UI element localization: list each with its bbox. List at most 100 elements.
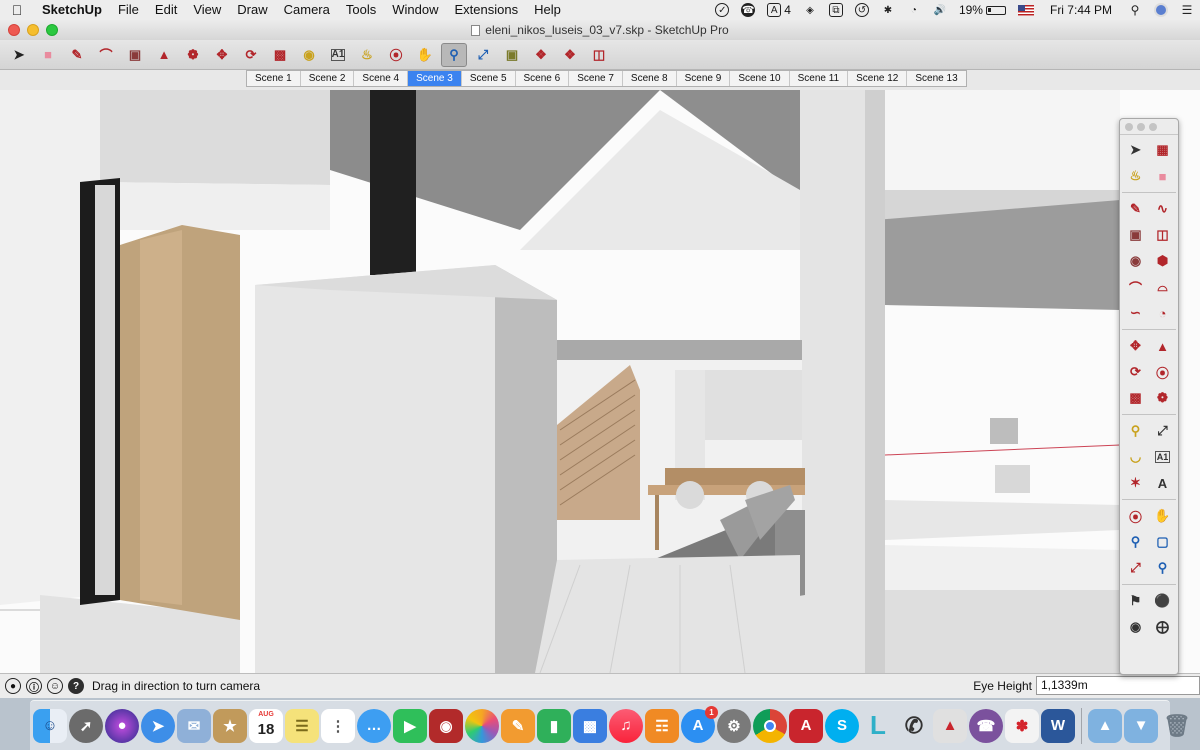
palette-protractor-button[interactable]: ◡ — [1124, 445, 1148, 469]
photo-booth-icon[interactable]: ◉ — [429, 708, 463, 743]
applications-folder-icon[interactable]: ▲ — [1088, 708, 1122, 743]
palette-zoom-button[interactable] — [1149, 122, 1157, 131]
help-icon[interactable]: ? — [68, 678, 84, 694]
adobe-status[interactable]: A4 — [761, 3, 797, 17]
phone-icon[interactable]: ✆ — [897, 709, 931, 743]
menu-app-name[interactable]: SketchUp — [34, 0, 110, 20]
palette-move-button[interactable]: ✥ — [1124, 334, 1148, 358]
autocad-icon[interactable]: A — [789, 708, 823, 743]
palette-title-bar[interactable] — [1120, 119, 1178, 135]
palette-arc-button[interactable]: ⌒ — [1124, 275, 1148, 299]
acrobat-icon[interactable]: ✽ — [1005, 708, 1039, 743]
drive-icon[interactable]: ◈ — [797, 3, 823, 17]
palette-line-button[interactable]: ✎ — [1124, 197, 1148, 221]
scene-tab-13[interactable]: Scene 13 — [907, 71, 965, 86]
palette-rectangle-button[interactable]: ▣ — [1124, 223, 1148, 247]
siri-icon[interactable]: ● — [105, 708, 139, 743]
palette-zoom-window-button[interactable]: ▢ — [1151, 530, 1175, 554]
user-account-icon[interactable]: ☺ — [47, 678, 63, 694]
menu-camera[interactable]: Camera — [276, 0, 338, 20]
palette-paint-bucket-button[interactable]: ♨ — [1124, 164, 1148, 188]
palette-tape-measure-button[interactable]: ⚲ — [1124, 419, 1148, 443]
palette-pie-button[interactable]: ◔ — [1151, 301, 1175, 325]
notification-center-icon[interactable]: ☰ — [1174, 3, 1200, 17]
palette-zoom-extents-button[interactable]: ⤢ — [1124, 556, 1148, 580]
sketchup-app-icon[interactable]: ▲ — [933, 708, 967, 743]
extension-warehouse-button[interactable]: ❖ — [528, 43, 554, 67]
3d-warehouse-button[interactable]: ▣ — [499, 43, 525, 67]
mail-icon[interactable]: ✉ — [177, 708, 211, 743]
text-tool-button[interactable]: A1 — [325, 43, 351, 67]
notes-icon[interactable]: ☰ — [285, 708, 319, 743]
menu-tools[interactable]: Tools — [338, 0, 384, 20]
chrome-icon[interactable] — [753, 708, 787, 743]
palette-walk-button[interactable]: ⚫ — [1151, 589, 1175, 613]
eraser-tool-button[interactable]: ■ — [35, 43, 61, 67]
palette-position-camera-button[interactable]: ⚑ — [1124, 589, 1148, 613]
menu-help[interactable]: Help — [526, 0, 569, 20]
siri-icon[interactable] — [1148, 3, 1174, 17]
palette-pan-button[interactable]: ✋ — [1151, 504, 1175, 528]
scene-tab-8[interactable]: Scene 8 — [623, 71, 677, 86]
scene-tab-11[interactable]: Scene 11 — [790, 71, 849, 86]
orbit-tool-button[interactable]: ⦿ — [383, 43, 409, 67]
palette-scale-button[interactable]: ▩ — [1124, 386, 1148, 410]
maximize-window-button[interactable] — [46, 24, 58, 36]
palette-eraser-button[interactable]: ■ — [1151, 164, 1175, 188]
messages-icon[interactable]: … — [357, 708, 391, 743]
zoom-extents-tool-button[interactable]: ⤢ — [470, 43, 496, 67]
palette-rotated-rectangle-button[interactable]: ◫ — [1151, 223, 1175, 247]
palette-minimize-button[interactable] — [1137, 122, 1145, 131]
palette-offset-button[interactable]: ❁ — [1151, 386, 1175, 410]
pencil-tool-button[interactable]: ✎ — [64, 43, 90, 67]
battery-status[interactable]: 19% — [953, 3, 1012, 17]
spotlight-search-icon[interactable]: ⚲ — [1122, 3, 1148, 17]
safari-icon[interactable]: ➤ — [141, 708, 175, 743]
palette-follow-me-button[interactable]: ⦿ — [1151, 360, 1175, 384]
move-tool-button[interactable]: ✥ — [209, 43, 235, 67]
palette-previous-view-button[interactable]: ⚲ — [1151, 556, 1175, 580]
push-pull-tool-button[interactable]: ▲ — [151, 43, 177, 67]
input-source-flag-icon[interactable] — [1012, 4, 1040, 16]
facetime-icon[interactable]: ▶ — [393, 708, 427, 743]
palette-push-pull-button[interactable]: ▲ — [1151, 334, 1175, 358]
pan-tool-button[interactable]: ✋ — [412, 43, 438, 67]
system-preferences-icon[interactable]: ⚙ — [717, 708, 751, 743]
palette-freehand-button[interactable]: ∿ — [1151, 197, 1175, 221]
scene-tab-10[interactable]: Scene 10 — [730, 71, 790, 86]
palette-section-plane-button[interactable]: ⨁ — [1151, 615, 1175, 639]
palette-zoom-button[interactable]: ⚲ — [1124, 530, 1148, 554]
palette-3point-arc-button[interactable]: ∽ — [1124, 301, 1148, 325]
menu-file[interactable]: File — [110, 0, 147, 20]
finder-icon[interactable]: ☺ — [33, 708, 67, 743]
wifi-icon[interactable]: ◔ — [901, 3, 927, 17]
ibooks-icon[interactable]: ☶ — [645, 708, 679, 743]
menu-view[interactable]: View — [185, 0, 229, 20]
select-tool-button[interactable]: ➤ — [6, 43, 32, 67]
itunes-icon[interactable]: ♫ — [609, 708, 643, 743]
geolocation-icon[interactable]: ● — [5, 678, 21, 694]
tape-measure-tool-button[interactable]: ◉ — [296, 43, 322, 67]
paint-bucket-tool-button[interactable]: ♨ — [354, 43, 380, 67]
scene-tab-4[interactable]: Scene 4 — [354, 71, 409, 86]
trash-icon[interactable]: 🗑 — [1160, 709, 1194, 743]
keynote-icon[interactable]: ▩ — [573, 708, 607, 743]
scene-tab-12[interactable]: Scene 12 — [848, 71, 908, 86]
downloads-folder-icon[interactable]: ▼ — [1124, 708, 1158, 743]
palette-rotate-button[interactable]: ⟳ — [1124, 360, 1148, 384]
word-icon[interactable]: W — [1041, 708, 1075, 743]
palette-select-button[interactable]: ➤ — [1124, 138, 1148, 162]
calendar-icon[interactable]: AUG 18 — [249, 708, 283, 743]
viber-status-icon[interactable]: ☎ — [735, 3, 761, 17]
measurement-value-field[interactable]: 1,1339m — [1036, 676, 1200, 695]
menu-extensions[interactable]: Extensions — [446, 0, 526, 20]
palette-make-component-button[interactable]: ▦ — [1151, 138, 1175, 162]
model-viewport[interactable] — [0, 90, 1200, 673]
menu-draw[interactable]: Draw — [229, 0, 275, 20]
apple-icon[interactable]:  — [0, 2, 34, 18]
zoom-tool-button[interactable]: ⚲ — [441, 42, 467, 67]
reminders-icon[interactable]: ⋮ — [321, 708, 355, 743]
scale-tool-button[interactable]: ▩ — [267, 43, 293, 67]
scene-tab-9[interactable]: Scene 9 — [677, 71, 731, 86]
palette-3d-text-button[interactable]: A — [1151, 471, 1175, 495]
